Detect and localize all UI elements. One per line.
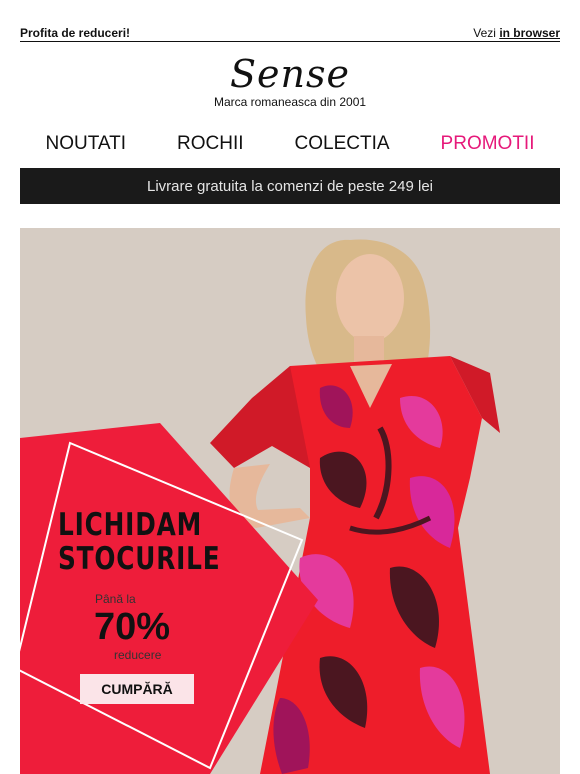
brand-tagline: Marca romaneasca din 2001 [213, 95, 367, 109]
nav-item-rochii[interactable]: ROCHII [177, 133, 244, 159]
free-shipping-banner: Livrare gratuita la comenzi de peste 249… [20, 168, 560, 204]
nav-item-colectia[interactable]: COLECTIA [295, 133, 390, 159]
promo-teaser: Profita de reduceri! [20, 26, 131, 40]
view-prefix: Vezi [473, 26, 496, 40]
nav-item-noutati[interactable]: NOUTATI [45, 133, 126, 159]
promo-discount-word: reducere [114, 648, 162, 662]
nav-item-promotii[interactable]: PROMOTII [441, 133, 535, 159]
header-divider [20, 41, 560, 42]
brand-logo[interactable]: Sense [0, 52, 580, 96]
model-face [336, 254, 404, 342]
main-nav: NOUTATI ROCHII COLECTIA PROMOTII [20, 133, 560, 159]
promo-percent: 70% [94, 606, 171, 648]
in-browser-link[interactable]: in browser [499, 26, 560, 40]
free-shipping-text: Livrare gratuita la comenzi de peste 249… [147, 177, 433, 195]
hero-banner[interactable]: LICHIDAM STOCURILE Până la 70% reducere … [20, 228, 560, 774]
promo-headline: LICHIDAM STOCURILE [58, 508, 220, 576]
view-in-browser: Vezi in browser [473, 26, 560, 40]
headline-line-2: STOCURILE [58, 541, 221, 577]
shop-now-button[interactable]: CUMPĂRĂ [80, 674, 194, 704]
headline-line-1: LICHIDAM [58, 507, 203, 543]
promo-up-to: Până la [95, 592, 136, 606]
top-bar: Profita de reduceri! Vezi in browser [20, 24, 560, 42]
